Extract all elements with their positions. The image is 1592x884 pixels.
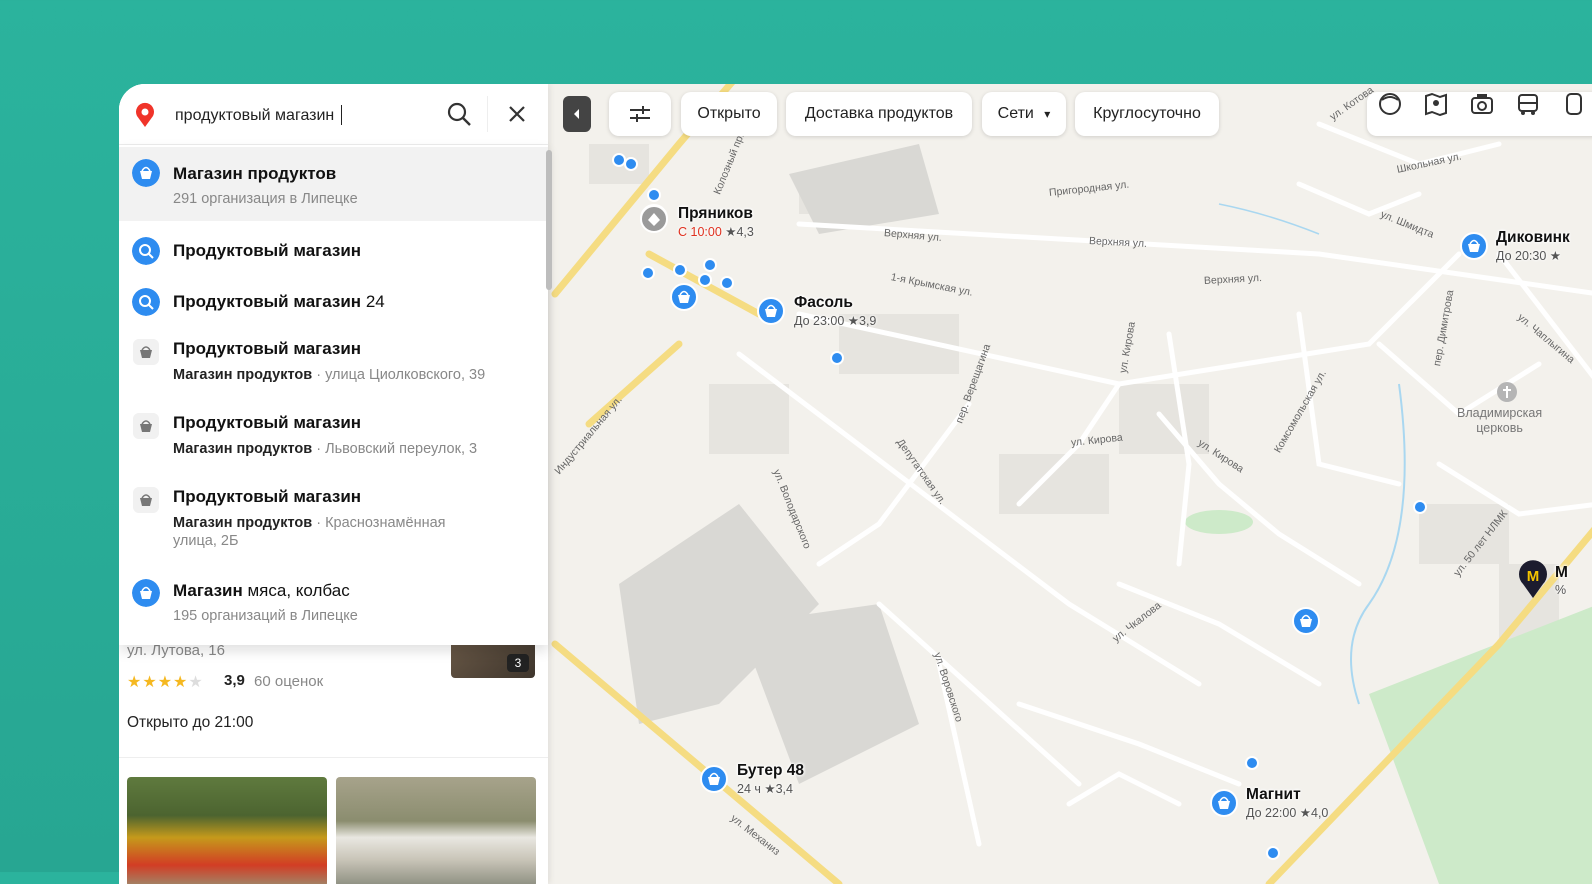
buter-pin-icon[interactable] [699,764,729,794]
place-status: До 23:00 ★3,9 [794,314,877,328]
filter-chip-open[interactable]: Открыто [681,92,777,136]
place-name[interactable]: Пряников [678,205,753,223]
place-photo[interactable] [127,777,327,884]
place-status: До 20:30 ★ [1496,249,1562,263]
rating-stars: ★★★★★ [127,674,204,691]
place-photo[interactable] [336,777,536,884]
place-name[interactable]: М [1555,564,1568,582]
search-panel: ул. Лутова, 16 ★★★★★ 3,9 60 оценок Откры… [119,84,552,884]
basket-icon [133,487,159,513]
suggestion-title: Продуктовый магазин [173,487,362,506]
search-input[interactable] [173,102,437,130]
church-icon [1497,382,1517,402]
filter-chip-delivery[interactable]: Доставка продуктов [786,92,972,136]
suggestion-title: Продуктовый магазин [173,413,362,432]
place-name[interactable]: Бутер 48 [737,762,804,780]
panorama-icon[interactable] [1377,92,1403,116]
chevron-down-icon: ▾ [1044,107,1051,121]
suggestion-title: Продуктовый магазин [173,241,362,260]
open-hours: Открыто до 21:00 [127,714,254,731]
app-window: M Пряников С 10:00 ★4,3 Фасоль До 23:00 … [119,84,1592,884]
place-status: С 10:00 ★4,3 [678,225,754,239]
svg-text:M: M [1527,568,1540,585]
basket-pin-icon[interactable] [1291,606,1321,636]
suggestion-subtitle: 195 организаций в Липецке [173,608,358,624]
collapse-panel-button[interactable] [563,96,591,132]
basket-icon [133,413,159,439]
dikovinka-pin-icon[interactable] [1459,231,1489,261]
sliders-icon [630,106,650,122]
suggestion-item[interactable]: Магазин мяса, колбас 195 организаций в Л… [119,567,548,641]
suggestion-subtitle: Магазин продуктов · Краснознамённая [173,515,446,531]
search-icon[interactable] [445,100,473,128]
suggestion-item[interactable]: Продуктовый магазин Магазин продуктов · … [119,327,548,397]
basket-icon [132,579,160,607]
chip-label: Сети [997,105,1034,122]
suggestion-item[interactable]: Продуктовый магазин 24 [119,276,548,324]
place-name[interactable]: Диковинк [1496,229,1570,247]
church-label: Владимирская церковь [1457,406,1543,435]
scrollbar[interactable] [546,150,552,290]
location-pin-icon [136,102,154,127]
filter-chip-24h[interactable]: Круглосуточно [1075,92,1219,136]
suggestion-subtitle: 291 организация в Липецке [173,191,358,207]
divider [119,757,548,758]
suggestion-subtitle: улица, 2Б [173,533,239,549]
suggestion-title: Продуктовый магазин 24 [173,292,385,311]
photo-count-badge: 3 [507,654,529,672]
suggestion-item[interactable]: Магазин продуктов 291 организация в Липе… [119,147,548,221]
close-icon[interactable] [503,100,531,128]
search-icon [132,288,160,316]
place-status: % [1555,583,1567,597]
fasol-pin-icon[interactable] [756,296,786,326]
camera-icon[interactable] [1469,92,1495,116]
search-icon [132,237,160,265]
suggestion-item[interactable]: Продуктовый магазин [119,225,548,273]
basket-pin-icon[interactable] [669,282,699,312]
place-status: До 22:00 ★4,0 [1246,806,1329,820]
suggestion-title: Продуктовый магазин [173,339,362,358]
map-book-icon[interactable] [1423,92,1449,116]
place-status: 24 ч ★3,4 [737,782,793,796]
place-name[interactable]: Магнит [1246,786,1301,804]
magnit-pin-icon[interactable] [1209,788,1239,818]
divider [487,96,488,132]
place-name[interactable]: Фасоль [794,294,853,312]
metro-pin-icon[interactable]: M [1517,560,1549,600]
bus-icon[interactable] [1515,92,1541,116]
filter-chip-chains[interactable]: Сети ▾ [982,92,1066,136]
search-bar [119,84,548,145]
traffic-icon[interactable] [1561,92,1587,116]
suggestion-subtitle: Магазин продуктов · улица Циолковского, … [173,367,486,383]
pryanikov-pin-icon[interactable] [639,204,669,234]
suggestion-title: Магазин мяса, колбас [173,581,350,600]
map-layers-bar [1367,92,1592,136]
basket-icon [133,339,159,365]
suggestion-subtitle: Магазин продуктов · Львовский переулок, … [173,441,478,457]
suggestion-item[interactable]: Продуктовый магазин Магазин продуктов · … [119,475,548,563]
chevron-left-icon [574,109,579,119]
rating-value: 3,9 [224,672,245,689]
text-caret [341,105,342,125]
suggestions-dropdown: Магазин продуктов 291 организация в Липе… [119,145,548,645]
suggestion-title: Магазин продуктов [173,164,337,183]
basket-icon [132,159,160,187]
filters-button[interactable] [609,92,671,136]
suggestion-item[interactable]: Продуктовый магазин Магазин продуктов · … [119,401,548,471]
reviews-link[interactable]: 60 оценок [254,673,323,690]
